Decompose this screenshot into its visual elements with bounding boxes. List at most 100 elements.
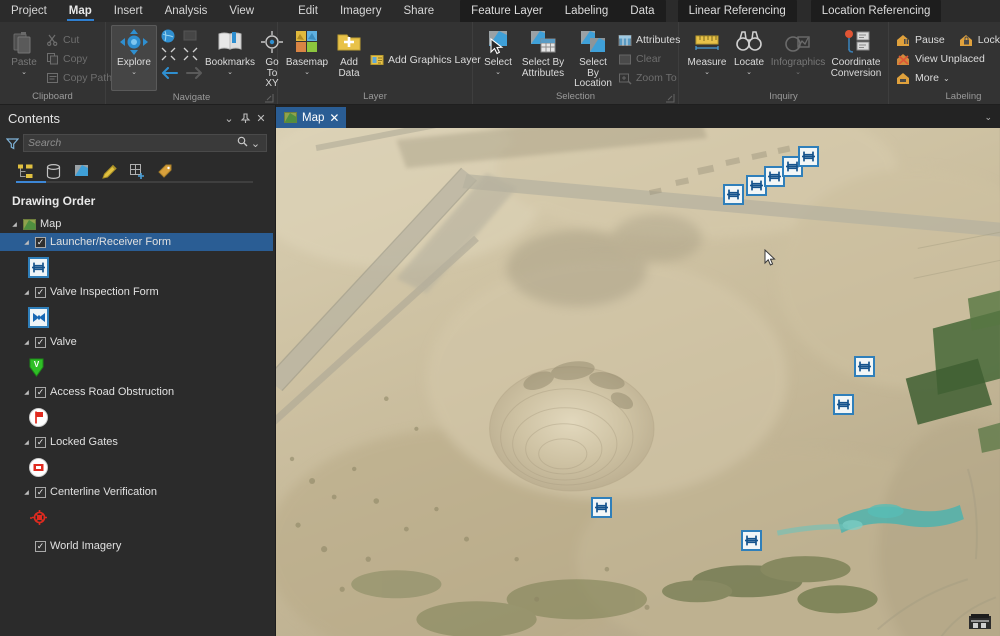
map-attribution-icon[interactable] xyxy=(969,614,991,629)
chevron-down-icon[interactable]: ⌄ xyxy=(131,69,137,77)
layer-visibility-checkbox[interactable] xyxy=(35,236,46,248)
attributes-button[interactable]: Attributes xyxy=(617,31,683,50)
chevron-down-icon[interactable]: ⌄ xyxy=(304,69,310,77)
expander-icon[interactable]: ◢ xyxy=(22,388,31,397)
tab-share[interactable]: Share xyxy=(392,0,445,22)
tab-edit[interactable]: Edit xyxy=(287,0,329,22)
tab-analysis[interactable]: Analysis xyxy=(154,0,219,22)
tab-linear-referencing[interactable]: Linear Referencing xyxy=(678,0,797,22)
map-view-tab[interactable]: Map ✕ xyxy=(276,107,347,128)
add-data-button[interactable]: Add Data xyxy=(329,25,369,79)
chevron-down-icon[interactable]: ⌄ xyxy=(227,69,233,77)
full-extent-button[interactable] xyxy=(159,27,177,45)
next-extent-button[interactable] xyxy=(185,65,205,81)
launcher-receiver-marker[interactable] xyxy=(854,356,875,377)
chevron-down-icon[interactable]: ⌄ xyxy=(746,69,752,77)
pause-labeling-button[interactable]: Pause xyxy=(895,31,948,50)
expander-icon[interactable]: ◢ xyxy=(22,488,31,497)
launcher-receiver-marker[interactable] xyxy=(833,394,854,415)
layer-row-valve[interactable]: ◢ Valve xyxy=(0,333,275,351)
tab-project[interactable]: Project xyxy=(0,0,58,22)
layer-row-locked-gates[interactable]: ◢ Locked Gates xyxy=(0,433,275,451)
tab-labeling[interactable]: Labeling xyxy=(554,0,619,22)
tree-node-map[interactable]: ◢ Map xyxy=(0,215,275,233)
zoom-to-selection-button[interactable]: Zoom To xyxy=(617,69,683,88)
measure-button[interactable]: Measure ⌄ xyxy=(685,25,729,77)
chevron-down-icon[interactable]: ⌄ xyxy=(984,112,992,123)
layer-visibility-checkbox[interactable] xyxy=(35,436,46,448)
list-by-labeling-icon[interactable] xyxy=(156,162,175,181)
layer-row-centerline-verification[interactable]: ◢ Centerline Verification xyxy=(0,483,275,501)
clear-selection-button[interactable]: Clear xyxy=(617,50,683,69)
map-view[interactable] xyxy=(276,128,1000,636)
copy-path-button[interactable]: Copy Path xyxy=(45,68,115,87)
chevron-down-icon[interactable]: ⌄ xyxy=(704,69,710,77)
tab-data[interactable]: Data xyxy=(619,0,665,22)
tab-insert[interactable]: Insert xyxy=(103,0,154,22)
tab-view[interactable]: View xyxy=(218,0,265,22)
add-graphics-layer-button[interactable]: Add Graphics Layer xyxy=(369,50,484,69)
chevron-down-icon[interactable]: ⌄ xyxy=(221,110,237,126)
launcher-receiver-marker[interactable] xyxy=(798,146,819,167)
list-by-drawing-order-icon[interactable] xyxy=(16,162,35,181)
contents-search-box[interactable]: ⌄ xyxy=(23,134,267,152)
launcher-receiver-marker[interactable] xyxy=(741,530,762,551)
more-labeling-button[interactable]: More ⌄ xyxy=(895,69,1000,88)
close-icon[interactable]: ✕ xyxy=(253,110,269,126)
pin-icon[interactable] xyxy=(237,110,253,126)
chevron-down-icon[interactable]: ⌄ xyxy=(943,74,950,83)
filter-icon[interactable] xyxy=(5,136,19,150)
zoom-out-fixed-button[interactable] xyxy=(181,46,199,62)
layer-visibility-checkbox[interactable] xyxy=(35,336,46,348)
chevron-down-icon[interactable]: ⌄ xyxy=(795,69,801,77)
select-button[interactable]: Select ⌄ xyxy=(479,25,517,77)
expander-icon[interactable]: ◢ xyxy=(10,220,19,229)
infographics-button[interactable]: Infographics ⌄ xyxy=(769,25,827,77)
expander-icon[interactable]: ◢ xyxy=(22,238,31,247)
expander-icon[interactable]: ◢ xyxy=(22,338,31,347)
tab-feature-layer[interactable]: Feature Layer xyxy=(460,0,554,22)
coordinate-conversion-button[interactable]: Coordinate Conversion xyxy=(827,25,885,79)
zoom-in-fixed-button[interactable] xyxy=(159,46,177,62)
select-by-location-button[interactable]: Select By Location xyxy=(569,25,617,90)
layer-visibility-checkbox[interactable] xyxy=(35,386,46,398)
layer-row-access-road-obstruction[interactable]: ◢ Access Road Obstruction xyxy=(0,383,275,401)
tab-map[interactable]: Map xyxy=(58,0,103,22)
tab-location-referencing[interactable]: Location Referencing xyxy=(811,0,942,22)
previous-extent-button[interactable] xyxy=(159,65,179,81)
layer-visibility-checkbox[interactable] xyxy=(35,486,46,498)
paste-button[interactable]: Paste ⌄ xyxy=(3,25,45,77)
layer-visibility-checkbox[interactable] xyxy=(35,540,46,552)
list-by-data-source-icon[interactable] xyxy=(44,162,63,181)
basemap-button[interactable]: Basemap ⌄ xyxy=(285,25,329,77)
cut-button[interactable]: Cut xyxy=(45,30,115,49)
copy-button[interactable]: Copy xyxy=(45,49,115,68)
launcher-receiver-marker[interactable] xyxy=(723,184,744,205)
search-input[interactable] xyxy=(28,137,236,149)
list-by-snapping-icon[interactable] xyxy=(128,162,147,181)
layer-row-world-imagery[interactable]: ◢ World Imagery xyxy=(0,537,275,555)
expander-icon[interactable]: ◢ xyxy=(22,438,31,447)
lock-labeling-button[interactable]: Lock xyxy=(958,31,1000,50)
selection-dialog-launcher[interactable] xyxy=(666,94,675,103)
view-unplaced-labels-button[interactable]: View Unplaced xyxy=(895,50,1000,69)
chevron-down-icon[interactable]: ⌄ xyxy=(21,69,27,77)
chevron-down-icon[interactable]: ⌄ xyxy=(495,69,501,77)
bookmarks-button[interactable]: Bookmarks ⌄ xyxy=(205,25,255,77)
list-by-selection-icon[interactable] xyxy=(72,162,91,181)
previous-extent-thumbnail[interactable] xyxy=(181,27,199,45)
chevron-down-icon[interactable]: ⌄ xyxy=(249,137,262,150)
close-icon[interactable]: ✕ xyxy=(329,112,339,124)
tab-imagery[interactable]: Imagery xyxy=(329,0,393,22)
layer-visibility-checkbox[interactable] xyxy=(35,286,46,298)
launcher-receiver-marker[interactable] xyxy=(591,497,612,518)
search-icon[interactable] xyxy=(236,136,249,150)
select-by-attributes-button[interactable]: Select By Attributes xyxy=(517,25,569,79)
layer-row-valve-inspection-form[interactable]: ◢ Valve Inspection Form xyxy=(0,283,275,301)
navigate-dialog-launcher[interactable] xyxy=(265,94,274,103)
locate-button[interactable]: Locate ⌄ xyxy=(729,25,769,77)
expander-icon[interactable]: ◢ xyxy=(22,288,31,297)
list-by-editing-icon[interactable] xyxy=(100,162,119,181)
explore-button[interactable]: Explore ⌄ xyxy=(111,25,157,91)
layer-row-launcher-receiver-form[interactable]: ◢ Launcher/Receiver Form xyxy=(0,233,273,251)
